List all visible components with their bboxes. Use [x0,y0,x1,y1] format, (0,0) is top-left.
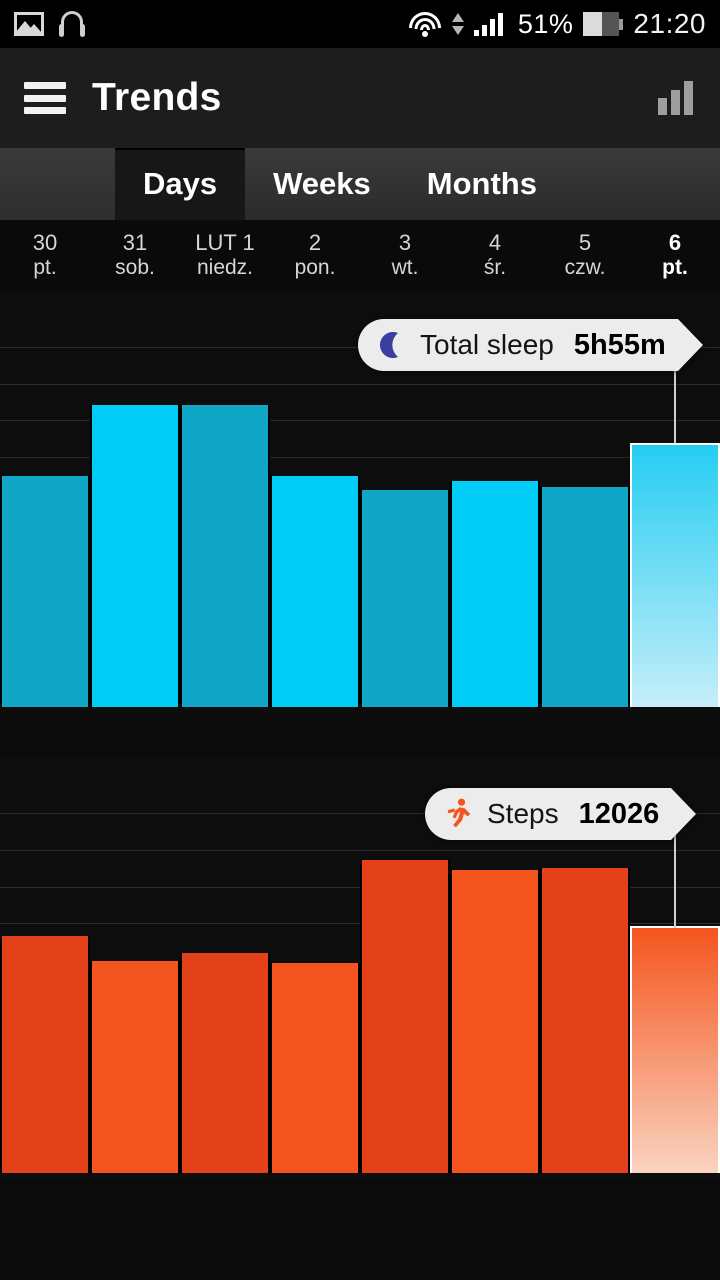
bar[interactable] [450,481,540,707]
date-day-number: LUT 1 [195,230,255,256]
date-day-number: 4 [488,230,502,256]
steps-callout-label: Steps [487,798,559,829]
date-cell[interactable]: 4 śr. [450,220,540,290]
date-day-name: czw. [564,255,606,279]
date-cell[interactable]: 30 pt. [0,220,90,290]
bar[interactable] [180,953,270,1173]
date-day-number: 31 [122,230,148,256]
status-bar: 51% 21:20 [0,0,720,48]
date-day-name: pt. [662,255,688,279]
date-day-name: śr. [483,255,507,279]
bar[interactable] [270,476,360,707]
date-cell[interactable]: LUT 1 niedz. [180,220,270,290]
bar-selected[interactable] [630,443,720,707]
date-strip: 30 pt. 31 sob. LUT 1 niedz. 2 pon. 3 wt.… [0,220,720,290]
tab-months[interactable]: Months [399,148,565,220]
sleep-callout-value: 5h55m [573,328,666,361]
date-day-number: 5 [578,230,592,256]
date-day-name: niedz. [196,255,254,279]
tab-days-label: Days [143,166,218,201]
bar[interactable] [90,405,180,707]
tab-strip-leading-spacer [0,148,115,220]
bar[interactable] [540,487,630,707]
bar[interactable] [360,860,450,1173]
tab-days[interactable]: Days [115,148,246,220]
date-day-number: 2 [308,230,322,256]
period-tab-bar: Days Weeks Months [0,148,720,220]
date-cell[interactable]: 2 pon. [270,220,360,290]
tab-weeks-label: Weeks [273,166,371,201]
bar[interactable] [0,476,90,707]
date-cell-selected[interactable]: 6 pt. [630,220,720,290]
page-title: Trends [92,76,222,119]
steps-callout[interactable]: Steps 12026 [425,788,697,840]
date-cell[interactable]: 5 czw. [540,220,630,290]
bar[interactable] [450,870,540,1173]
bar-chart-action-button[interactable] [658,81,696,115]
bar[interactable] [0,936,90,1173]
hamburger-menu-icon[interactable] [24,82,66,114]
battery-icon [583,12,624,36]
bar-chart-icon [658,81,696,115]
runner-icon [443,798,473,830]
sleep-callout-pointer [677,319,703,371]
up-down-arrows-icon [451,11,464,37]
bar-selected[interactable] [630,926,720,1173]
date-day-name: pt. [33,255,57,279]
trends-screen: 51% 21:20 Trends Days Weeks Months 30 pt… [0,0,720,1280]
steps-callout-value: 12026 [578,797,660,830]
date-day-number: 30 [32,230,58,256]
battery-percent: 51% [517,8,574,39]
moon-icon [376,330,406,360]
headphones-icon [58,11,86,37]
clock: 21:20 [633,8,706,39]
status-bar-right-icons: 51% 21:20 [408,8,706,40]
wifi-icon [408,11,442,37]
status-bar-left-icons [14,11,86,37]
cellular-signal-icon [473,12,508,36]
sleep-callout[interactable]: Total sleep 5h55m [358,319,703,371]
screenshot-icon [14,12,44,36]
date-cell[interactable]: 3 wt. [360,220,450,290]
bar[interactable] [270,963,360,1173]
bar[interactable] [540,868,630,1173]
sleep-callout-label: Total sleep [420,329,554,360]
tab-months-label: Months [426,166,537,201]
app-bar: Trends [0,48,720,148]
bar[interactable] [360,490,450,707]
date-day-name: sob. [115,255,155,279]
date-day-number: 6 [668,230,682,256]
steps-callout-pointer [671,788,697,840]
date-day-name: pon. [294,255,336,279]
bar[interactable] [90,961,180,1173]
date-day-name: wt. [391,255,419,279]
tab-weeks[interactable]: Weeks [245,148,399,220]
bar[interactable] [180,405,270,707]
date-cell[interactable]: 31 sob. [90,220,180,290]
date-day-number: 3 [398,230,412,256]
